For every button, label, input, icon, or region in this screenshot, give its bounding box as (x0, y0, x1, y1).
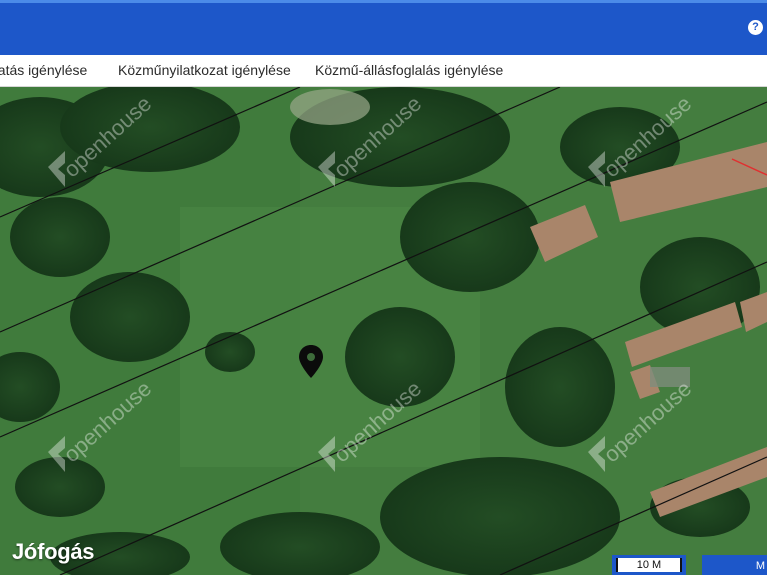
satellite-map[interactable]: openhouse openhouse openhouse openhouse … (0, 87, 767, 575)
tab-request-partial[interactable]: gatás igénylése (0, 62, 87, 78)
watermark: openhouse (48, 91, 156, 187)
jofogas-logo: Jófogás (12, 539, 95, 564)
map-imagery (0, 87, 767, 575)
watermark: openhouse (588, 91, 696, 187)
map-scale: 10 M (612, 555, 686, 575)
help-icon[interactable]: ? (748, 20, 763, 35)
watermark: openhouse (318, 91, 426, 187)
watermark: openhouse (318, 376, 426, 472)
tab-utility-statement[interactable]: Közműnyilatkozat igénylése (118, 62, 291, 78)
top-bar: ? (0, 0, 767, 55)
tab-utility-position[interactable]: Közmű-állásfoglalás igénylése (315, 62, 503, 78)
watermark: openhouse (588, 376, 696, 472)
map-mode-button[interactable]: M (702, 555, 767, 575)
watermark: openhouse (48, 376, 156, 472)
tab-bar: gatás igénylése Közműnyilatkozat igénylé… (0, 55, 767, 87)
scale-label: 10 M (616, 558, 682, 572)
